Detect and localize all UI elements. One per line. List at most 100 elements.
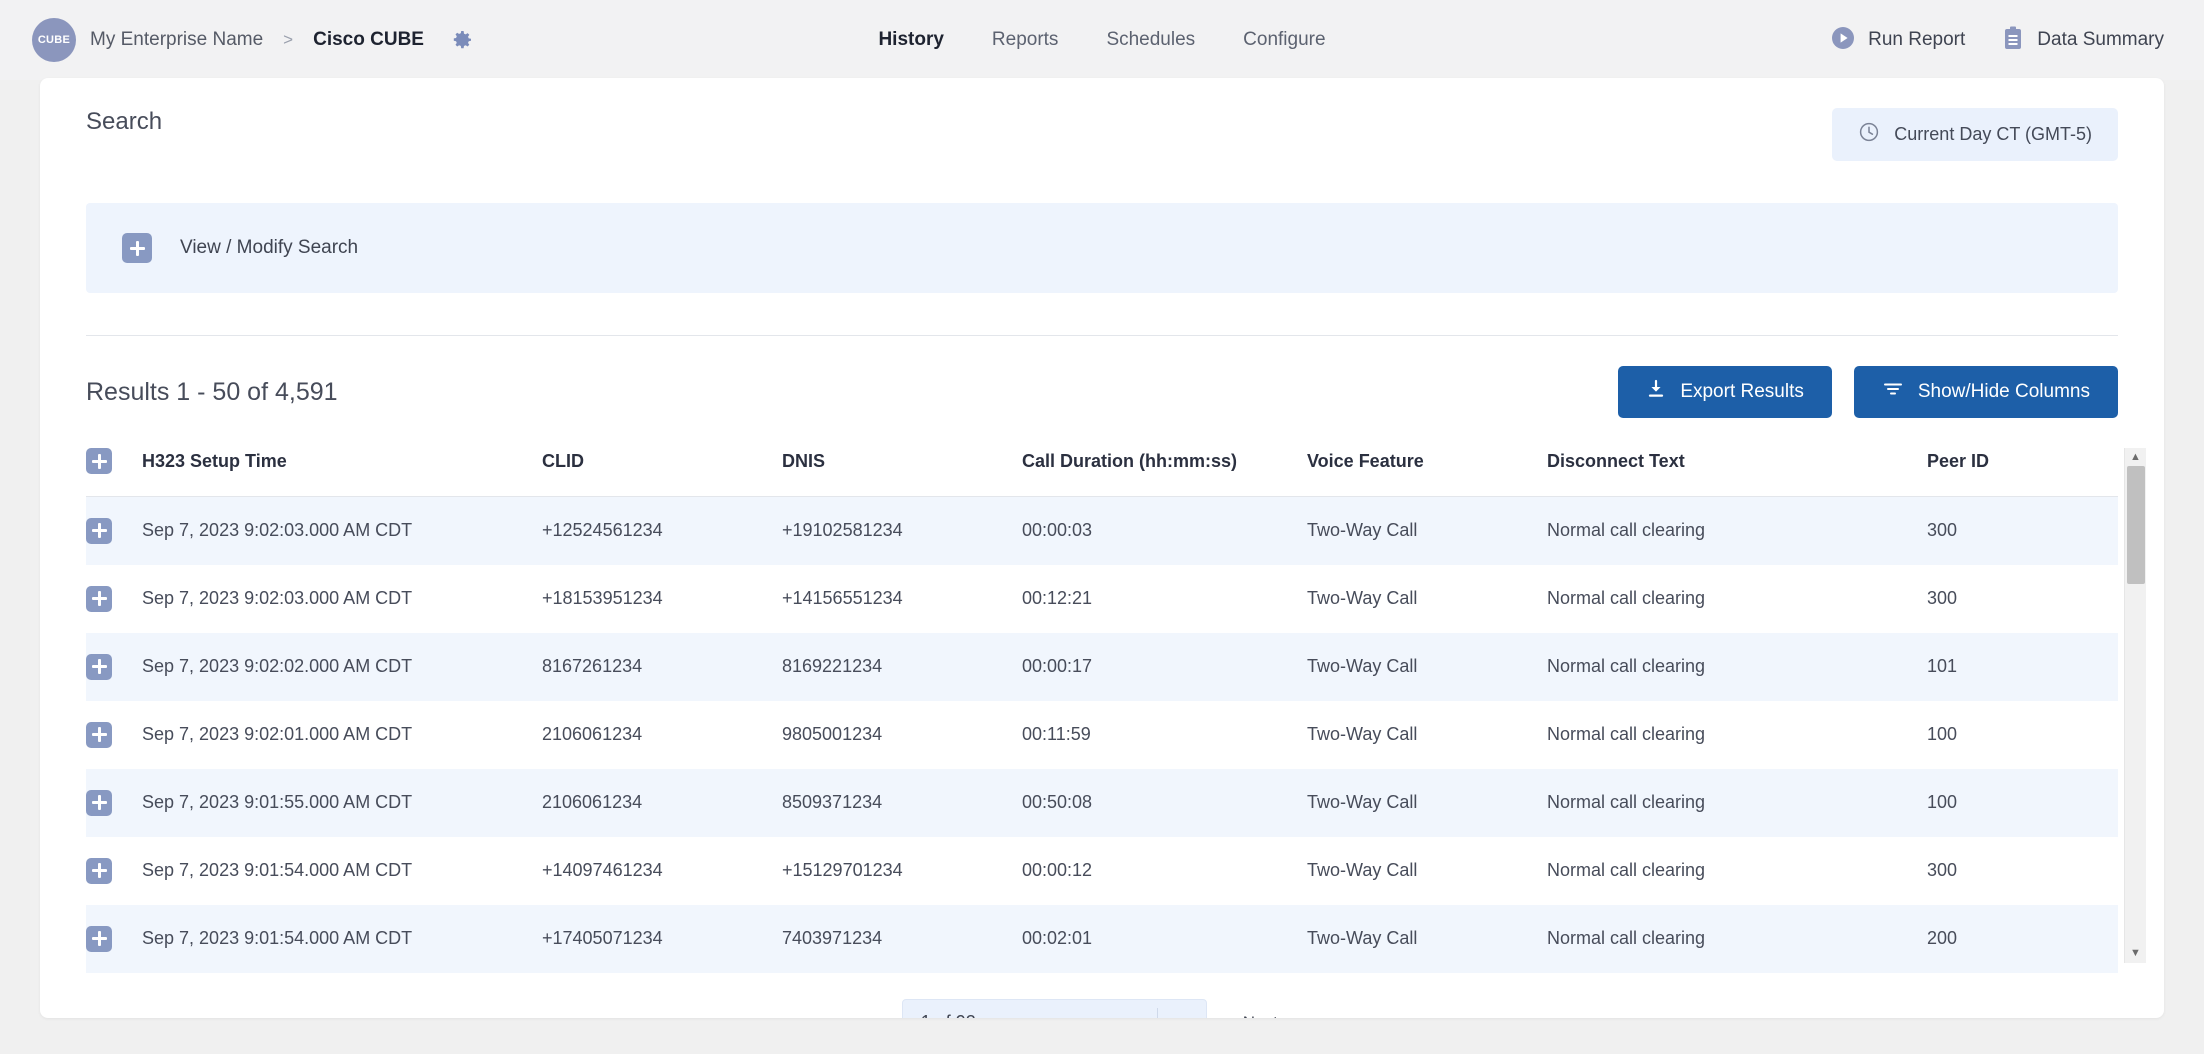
cell-call-duration: 00:11:59 bbox=[1022, 724, 1091, 744]
main-nav: History Reports Schedules Configure bbox=[878, 29, 1325, 51]
results-summary: Results 1 - 50 of 4,591 bbox=[86, 377, 338, 406]
cell-dnis: 7403971234 bbox=[782, 928, 883, 948]
show-hide-columns-label: Show/Hide Columns bbox=[1917, 381, 2090, 402]
cell-h323-setup-time: Sep 7, 2023 9:01:54.000 AM CDT bbox=[142, 860, 413, 880]
page-select-divider bbox=[1156, 1007, 1158, 1018]
cell-voice-feature: Two-Way Call bbox=[1307, 520, 1418, 541]
cell-call-duration: 00:00:03 bbox=[1022, 520, 1093, 541]
plus-icon[interactable] bbox=[86, 925, 112, 952]
table-row[interactable]: Sep 7, 2023 9:01:54.000 AM CDT +17405071… bbox=[86, 904, 2118, 973]
plus-icon[interactable] bbox=[86, 789, 112, 816]
cell-h323-setup-time: Sep 7, 2023 9:02:01.000 AM CDT bbox=[142, 724, 413, 744]
export-results-button[interactable]: Export Results bbox=[1618, 366, 1832, 418]
cell-peer-id: 100 bbox=[1927, 792, 1958, 812]
cell-clid: 2106061234 bbox=[542, 792, 643, 812]
cell-voice-feature: Two-Way Call bbox=[1307, 724, 1418, 744]
show-hide-columns-button[interactable]: Show/Hide Columns bbox=[1853, 366, 2118, 418]
plus-icon[interactable] bbox=[86, 448, 112, 474]
nav-item-reports[interactable]: Reports bbox=[992, 29, 1059, 51]
table-row[interactable]: Sep 7, 2023 9:02:02.000 AM CDT 816726123… bbox=[86, 632, 2118, 701]
cell-dnis: +19102581234 bbox=[782, 520, 903, 541]
nav-item-history[interactable]: History bbox=[878, 29, 943, 51]
cell-call-duration: 00:00:17 bbox=[1022, 656, 1093, 676]
top-bar: CUBE My Enterprise Name > Cisco CUBE His… bbox=[0, 0, 2204, 80]
run-report-button[interactable]: Run Report bbox=[1830, 25, 1965, 56]
column-header-peer-id[interactable]: Peer ID bbox=[1927, 448, 2118, 497]
column-header-h323-setup-time[interactable]: H323 Setup Time bbox=[142, 448, 542, 497]
content-card: Search Current Day CT (GMT-5) View / Mod… bbox=[40, 78, 2164, 1018]
row-expand-cell bbox=[86, 633, 142, 701]
cell-voice-feature: Two-Way Call bbox=[1307, 656, 1418, 676]
cell-call-duration: 00:00:12 bbox=[1022, 860, 1093, 880]
row-expand-cell bbox=[86, 837, 142, 905]
plus-icon[interactable] bbox=[86, 517, 112, 544]
results-table-wrapper: H323 Setup Time CLID DNIS Call Duration … bbox=[86, 448, 2146, 973]
timeframe-button[interactable]: Current Day CT (GMT-5) bbox=[1832, 108, 2118, 161]
chevron-down-icon[interactable] bbox=[1172, 1013, 1192, 1019]
gear-icon[interactable] bbox=[450, 28, 474, 52]
page-select-value: 1 of 92 bbox=[903, 1012, 976, 1018]
cell-dnis: +14156551234 bbox=[782, 588, 903, 608]
pagination: 1 of 92 Next >> bbox=[40, 998, 2164, 1019]
table-row[interactable]: Sep 7, 2023 9:02:01.000 AM CDT 210606123… bbox=[86, 701, 2118, 769]
cell-peer-id: 300 bbox=[1927, 520, 1958, 541]
data-summary-button[interactable]: Data Summary bbox=[2001, 25, 2164, 56]
plus-icon[interactable] bbox=[122, 233, 152, 263]
next-page-link[interactable]: Next >> bbox=[1243, 1013, 1303, 1019]
table-row[interactable]: Sep 7, 2023 9:02:03.000 AM CDT +12524561… bbox=[86, 496, 2118, 565]
avatar-label: CUBE bbox=[37, 34, 71, 46]
column-header-call-duration[interactable]: Call Duration (hh:mm:ss) bbox=[1022, 448, 1307, 497]
scroll-up-icon[interactable]: ▲ bbox=[2130, 448, 2141, 467]
breadcrumb-current[interactable]: Cisco CUBE bbox=[313, 29, 424, 51]
row-expand-cell bbox=[86, 905, 142, 973]
nav-item-configure[interactable]: Configure bbox=[1243, 29, 1325, 51]
row-expand-cell bbox=[86, 701, 142, 769]
cell-clid: +18153951234 bbox=[542, 588, 663, 608]
breadcrumb-enterprise[interactable]: My Enterprise Name bbox=[90, 29, 263, 51]
cell-call-duration: 00:02:01 bbox=[1022, 928, 1093, 948]
results-actions: Export Results Show/Hide Columns bbox=[1618, 366, 2118, 418]
page-title: Search bbox=[86, 108, 163, 135]
table-row[interactable]: Sep 7, 2023 9:01:55.000 AM CDT 210606123… bbox=[86, 768, 2118, 837]
play-circle-icon bbox=[1830, 25, 1856, 56]
cell-clid: +17405071234 bbox=[542, 928, 663, 948]
cell-peer-id: 200 bbox=[1927, 928, 1958, 948]
table-row[interactable]: Sep 7, 2023 9:01:54.000 AM CDT +14097461… bbox=[86, 837, 2118, 905]
column-header-clid[interactable]: CLID bbox=[542, 448, 782, 497]
run-report-label: Run Report bbox=[1868, 29, 1966, 50]
plus-icon[interactable] bbox=[86, 585, 112, 612]
column-header-dnis[interactable]: DNIS bbox=[782, 448, 1022, 497]
scroll-down-icon[interactable]: ▼ bbox=[2130, 944, 2141, 963]
plus-icon[interactable] bbox=[86, 653, 112, 680]
search-header: Search Current Day CT (GMT-5) bbox=[40, 78, 2164, 161]
cell-dnis: 9805001234 bbox=[782, 724, 883, 744]
scrollbar-thumb[interactable] bbox=[2127, 466, 2145, 584]
column-header-disconnect-text[interactable]: Disconnect Text bbox=[1547, 448, 1927, 497]
cell-disconnect-text: Normal call clearing bbox=[1547, 520, 1706, 541]
column-header-voice-feature[interactable]: Voice Feature bbox=[1307, 448, 1547, 497]
breadcrumb: CUBE My Enterprise Name > Cisco CUBE bbox=[32, 18, 474, 62]
nav-item-schedules[interactable]: Schedules bbox=[1106, 29, 1195, 51]
cell-h323-setup-time: Sep 7, 2023 9:01:54.000 AM CDT bbox=[142, 928, 413, 948]
page-select[interactable]: 1 of 92 bbox=[901, 998, 1207, 1019]
cell-clid: 2106061234 bbox=[542, 724, 643, 744]
table-row[interactable]: Sep 7, 2023 9:02:03.000 AM CDT +18153951… bbox=[86, 565, 2118, 633]
avatar: CUBE bbox=[32, 18, 76, 62]
cell-peer-id: 300 bbox=[1927, 588, 1958, 608]
cell-call-duration: 00:50:08 bbox=[1022, 792, 1093, 812]
cell-dnis: +15129701234 bbox=[782, 860, 903, 880]
plus-icon[interactable] bbox=[86, 721, 112, 748]
results-table: H323 Setup Time CLID DNIS Call Duration … bbox=[86, 448, 2118, 973]
cell-clid: +12524561234 bbox=[542, 520, 663, 541]
table-scrollbar[interactable]: ▲ ▼ bbox=[2124, 448, 2146, 963]
cell-dnis: 8169221234 bbox=[782, 656, 883, 676]
expand-all-cell bbox=[86, 448, 142, 497]
plus-icon[interactable] bbox=[86, 857, 112, 884]
cell-peer-id: 100 bbox=[1927, 724, 1958, 744]
cell-dnis: 8509371234 bbox=[782, 792, 883, 812]
cell-voice-feature: Two-Way Call bbox=[1307, 928, 1418, 948]
clock-icon bbox=[1858, 121, 1880, 148]
view-modify-search-panel[interactable]: View / Modify Search bbox=[86, 203, 2118, 293]
cell-peer-id: 101 bbox=[1927, 656, 1958, 676]
download-icon bbox=[1646, 379, 1666, 405]
